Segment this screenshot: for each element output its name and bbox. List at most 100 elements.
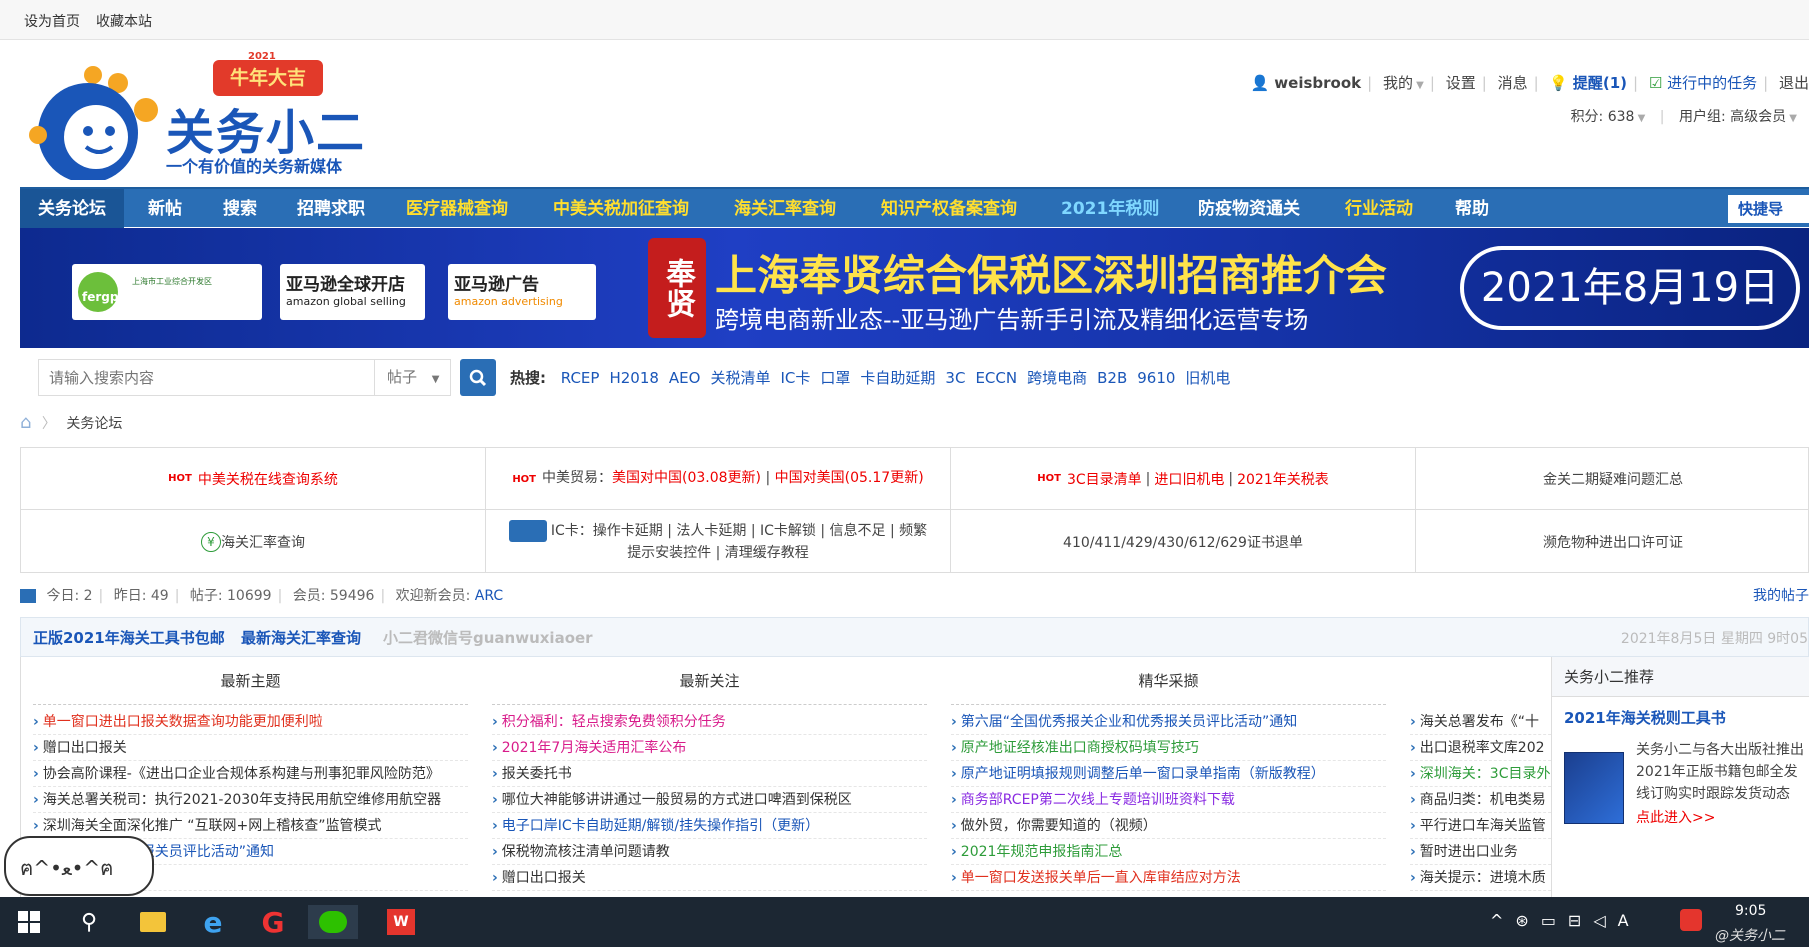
nav-help[interactable]: 帮助 [1455, 189, 1489, 229]
floating-mascot-widget[interactable]: ฅ^•ﻌ•^ฅ [4, 836, 154, 896]
notice-link-rate[interactable]: 最新海关汇率查询 [241, 627, 361, 648]
logout-link[interactable]: 退出 [1779, 74, 1809, 92]
promo-banner[interactable]: fergpu 上海市工业综合开发区 亚马逊全球开店 amazon global … [20, 228, 1809, 348]
topic-list-item[interactable]: 赠口出口报关 [33, 735, 468, 761]
quick-link-exchange-rate[interactable]: ¥ 海关汇率查询 [21, 510, 486, 573]
nav-tariff-2021[interactable]: 2021年税则 [1061, 189, 1159, 229]
hot-search-link[interactable]: 旧机电 [1185, 369, 1230, 387]
nav-search[interactable]: 搜索 [223, 189, 257, 229]
quick-link-sino-us-trade[interactable]: HOT 中美贸易：美国对中国(03.08更新) | 中国对美国(05.17更新) [486, 448, 951, 510]
ie-browser-icon[interactable]: e [196, 905, 230, 939]
recommend-book-title[interactable]: 2021年海关税则工具书 [1552, 697, 1809, 728]
topic-list-item[interactable]: 赠口出口报关 [492, 865, 927, 891]
topic-list-item[interactable]: 协会高阶课程-《进出口企业合规体系构建与刑事犯罪风险防范》 [33, 761, 468, 787]
nav-exchange-rate[interactable]: 海关汇率查询 [734, 189, 836, 229]
nav-new-posts[interactable]: 新帖 [148, 189, 182, 229]
system-tray[interactable]: ^⊛▭⊟◁A [1490, 911, 1641, 930]
hot-search-link[interactable]: H2018 [609, 369, 658, 387]
set-home-link[interactable]: 设为首页 [24, 11, 80, 31]
nav-medical-devices[interactable]: 医疗器械查询 [406, 189, 508, 229]
topic-list-item[interactable]: 海关总署发布《“十 [1410, 709, 1556, 735]
search-input[interactable] [38, 359, 375, 396]
breadcrumb-current[interactable]: 关务论坛 [66, 416, 122, 432]
hot-search-link[interactable]: RCEP [561, 369, 600, 387]
hot-search-link[interactable]: 3C [945, 369, 965, 387]
topic-list-item[interactable]: 电子口岸IC卡自助延期/解锁/挂失操作指引（更新） [492, 813, 927, 839]
topic-list-item[interactable]: 商务部RCEP第二次线上专题培训班资料下载 [951, 787, 1386, 813]
quick-link-endangered-species[interactable]: 濒危物种进出口许可证 [1416, 510, 1809, 573]
hot-search-link[interactable]: AEO [669, 369, 701, 387]
hot-search-link[interactable]: 跨境电商 [1027, 369, 1087, 387]
points-link[interactable]: 积分: 638 [1571, 109, 1635, 125]
search-icon[interactable]: ⚲ [72, 905, 106, 939]
stat-posts: 帖子: 10699 [189, 588, 272, 604]
topic-list-item[interactable]: 保税物流核注清单问题请教 [492, 839, 927, 865]
home-icon[interactable]: ⌂ [20, 412, 31, 433]
nav-events[interactable]: 行业活动 [1345, 189, 1413, 229]
book-cover-image[interactable] [1564, 752, 1624, 824]
quick-link-certificate[interactable]: 410/411/429/430/612/629证书退单 [951, 510, 1416, 573]
topic-list-item[interactable]: 做外贸，你需要知道的（视频） [951, 813, 1386, 839]
user-group-link[interactable]: 用户组: 高级会员 [1679, 109, 1786, 125]
forum-stats: 今日: 2 | 昨日: 49 | 帖子: 10699 | 会员: 59496 | 欢迎新… [20, 585, 1809, 609]
hot-search-link[interactable]: 关税清单 [710, 369, 770, 387]
topic-list-item[interactable]: 暂时进出口业务 [1410, 839, 1556, 865]
quick-link-tariff-system[interactable]: HOT 中美关税在线查询系统 [21, 448, 486, 510]
wechat-icon[interactable] [308, 905, 358, 939]
topic-list-item[interactable]: 单一窗口进出口报关数据查询功能更加便利啦 [33, 709, 468, 735]
search-type-select[interactable]: 帖子 ▼ [375, 359, 451, 396]
hot-search-link[interactable]: ECCN [975, 369, 1017, 387]
quick-nav-button[interactable]: 快捷导 [1728, 195, 1809, 223]
messages-link[interactable]: 消息 [1498, 74, 1528, 92]
nav-forum[interactable]: 关务论坛 [20, 189, 124, 229]
notice-link-books[interactable]: 正版2021年海关工具书包邮 [33, 627, 225, 648]
hot-search-link[interactable]: 9610 [1137, 369, 1175, 387]
windows-start-icon[interactable] [12, 905, 46, 939]
quick-link-ic-card[interactable]: IC卡：操作卡延期 | 法人卡延期 | IC卡解锁 | 信息不足 | 频繁提示安… [486, 510, 951, 573]
search-button[interactable] [460, 359, 496, 396]
notice-bar: 正版2021年海关工具书包邮 最新海关汇率查询 小二君微信号guanwuxiao… [20, 617, 1809, 657]
topic-list-item[interactable]: 2021年规范申报指南汇总 [951, 839, 1386, 865]
hot-search-link[interactable]: 口罩 [820, 369, 850, 387]
quick-link-3c-catalog[interactable]: HOT 3C目录清单 | 进口旧机电 | 2021年关税表 [951, 448, 1416, 510]
reminder-link[interactable]: 提醒(1) [1573, 74, 1627, 92]
tasks-link[interactable]: 进行中的任务 [1667, 74, 1757, 92]
browser-g-icon[interactable]: G [256, 905, 290, 939]
topic-list-item[interactable]: 2021年7月海关适用汇率公布 [492, 735, 927, 761]
quick-link-jinguan[interactable]: 金关二期疑难问题汇总 [1416, 448, 1809, 510]
my-menu[interactable]: 我的 [1383, 74, 1413, 92]
topic-list-item[interactable]: 海关总署关税司：执行2021-2030年支持民用航空维修用航空器 [33, 787, 468, 813]
recommend-link[interactable]: 点此进入>> [1636, 807, 1715, 827]
taskbar-clock[interactable]: 9:05 [1735, 903, 1766, 919]
topic-list-item[interactable]: 海关提示：进境木质 [1410, 865, 1556, 891]
topic-list-item[interactable]: 报关委托书 [492, 761, 927, 787]
topic-list-item[interactable]: 深圳海关：3C目录外 [1410, 761, 1556, 787]
site-logo[interactable]: 牛年大吉 2021 关务小二 一个有价值的关务新媒体 [18, 51, 378, 183]
topic-list-item[interactable]: 商品归类：机电类易 [1410, 787, 1556, 813]
nav-jobs[interactable]: 招聘求职 [297, 189, 365, 229]
topic-list-item[interactable]: 平行进口车海关监管 [1410, 813, 1556, 839]
nav-epidemic[interactable]: 防疫物资通关 [1198, 189, 1300, 229]
hot-search-link[interactable]: IC卡 [780, 369, 810, 387]
bookmark-link[interactable]: 收藏本站 [96, 11, 152, 31]
hot-search-link[interactable]: B2B [1097, 369, 1127, 387]
newest-member-link[interactable]: ARC [475, 588, 503, 604]
fengxian-seal: 奉贤 [648, 238, 706, 338]
my-posts-link[interactable]: 我的帖子 [1753, 585, 1809, 605]
username-link[interactable]: weisbrook [1274, 74, 1361, 92]
file-explorer-icon[interactable] [136, 905, 170, 939]
topic-list-item[interactable]: 原产地证经核准出口商授权码填写技巧 [951, 735, 1386, 761]
nav-ip-record[interactable]: 知识产权备案查询 [881, 189, 1017, 229]
settings-link[interactable]: 设置 [1446, 74, 1476, 92]
topic-list-item[interactable]: 哪位大神能够讲讲通过一般贸易的方式进口啤酒到保税区 [492, 787, 927, 813]
hot-search-link[interactable]: 卡自助延期 [860, 369, 935, 387]
topic-list-item[interactable]: 单一窗口发送报关单后一直入库审结应对方法 [951, 865, 1386, 891]
topic-list-item[interactable]: 出口退税率文库202 [1410, 735, 1556, 761]
topic-title: 商务部RCEP第二次线上专题培训班资料下载 [960, 792, 1235, 808]
nav-tariff-query[interactable]: 中美关税加征查询 [553, 189, 689, 229]
topic-list-item[interactable]: 第六届“全国优秀报关企业和优秀报关员评比活动”通知 [951, 709, 1386, 735]
tray-app-icon[interactable] [1680, 909, 1702, 931]
topic-list-item[interactable]: 积分福利：轻点搜索免费领积分任务 [492, 709, 927, 735]
wps-icon[interactable]: W [384, 905, 418, 939]
topic-list-item[interactable]: 原产地证明填报规则调整后单一窗口录单指南（新版教程） [951, 761, 1386, 787]
